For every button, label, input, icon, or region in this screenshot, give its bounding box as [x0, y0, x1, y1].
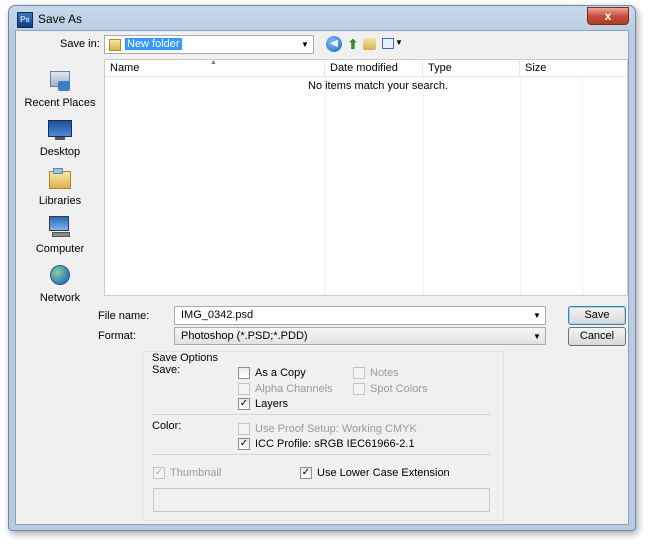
place-libraries[interactable]: Libraries [16, 167, 104, 207]
save-label: Save: [152, 364, 181, 376]
save-in-dropdown[interactable]: New folder ▼ [104, 35, 314, 54]
column-header-type[interactable]: Type [423, 60, 520, 77]
cancel-button[interactable]: Cancel [568, 327, 626, 346]
format-dropdown[interactable]: Photoshop (*.PSD;*.PDD) ▼ [174, 327, 546, 345]
column-header-date-modified[interactable]: Date modified [325, 60, 423, 77]
place-label: Recent Places [24, 97, 96, 109]
file-list[interactable]: Name ▲ Date modified Type Size No items … [104, 59, 628, 296]
place-label: Desktop [39, 146, 81, 158]
view-menu-button[interactable]: ▼ [382, 36, 404, 52]
place-label: Computer [35, 243, 85, 255]
place-label: Network [39, 292, 81, 304]
column-divider [520, 77, 521, 295]
sort-ascending-icon: ▲ [210, 59, 217, 66]
column-divider [325, 77, 326, 295]
alpha-channels-label: Alpha Channels [255, 383, 333, 395]
photoshop-app-icon: Ps [17, 12, 33, 28]
use-proof-setup-label: Use Proof Setup: Working CMYK [255, 423, 417, 435]
format-value: Photoshop (*.PSD;*.PDD) [181, 330, 308, 342]
place-network[interactable]: Network [16, 264, 104, 304]
spot-colors-checkbox[interactable] [353, 383, 365, 395]
place-computer[interactable]: Computer [16, 215, 104, 255]
empty-message: No items match your search. [308, 80, 448, 92]
warning-message-box [153, 488, 490, 512]
place-label: Libraries [38, 195, 82, 207]
save-button[interactable]: Save [568, 306, 626, 325]
libraries-icon [46, 167, 74, 191]
lower-case-extension-label: Use Lower Case Extension [317, 467, 450, 479]
title-bar[interactable]: Ps Save As x [9, 6, 635, 30]
new-folder-icon[interactable] [363, 38, 376, 50]
recent-places-icon [46, 69, 74, 93]
checkmark-icon: ✓ [239, 438, 249, 449]
thumbnail-checkbox[interactable]: ✓ [153, 467, 165, 479]
save-in-value: New folder [125, 38, 182, 50]
divider [152, 414, 490, 415]
column-header-name[interactable]: Name ▲ [105, 59, 325, 77]
column-divider [423, 77, 424, 295]
desktop-icon [46, 118, 74, 142]
as-a-copy-label: As a Copy [255, 367, 306, 379]
notes-label: Notes [370, 367, 399, 379]
layers-checkbox[interactable]: ✓ [238, 398, 250, 410]
layers-label: Layers [255, 398, 289, 410]
places-bar: Recent Places Desktop Libraries Computer… [16, 59, 104, 304]
window-title: Save As [38, 12, 83, 26]
dialog-client-area: Save in: New folder ▼ ◀ ⬆ ▼ Recent Place… [15, 30, 629, 525]
icc-profile-label: ICC Profile: sRGB IEC61966-2.1 [255, 438, 415, 450]
file-name-label: File name: [98, 310, 150, 322]
back-icon[interactable]: ◀ [326, 36, 342, 52]
notes-checkbox[interactable] [353, 367, 365, 379]
place-desktop[interactable]: Desktop [16, 118, 104, 158]
format-label: Format: [98, 330, 136, 342]
column-divider [582, 77, 583, 295]
checkmark-icon: ✓ [301, 467, 311, 478]
place-recent-places[interactable]: Recent Places [16, 69, 104, 109]
spot-colors-label: Spot Colors [370, 383, 428, 395]
thumbnail-label: Thumbnail [170, 467, 222, 479]
lower-case-extension-checkbox[interactable]: ✓ [300, 467, 312, 479]
close-button[interactable]: x [587, 7, 629, 25]
as-a-copy-checkbox[interactable] [238, 367, 250, 379]
up-one-level-icon[interactable]: ⬆ [345, 36, 361, 52]
use-proof-setup-checkbox[interactable] [238, 423, 250, 435]
save-options-title: Save Options [152, 352, 219, 364]
folder-icon [109, 39, 121, 51]
chevron-down-icon: ▼ [301, 40, 309, 49]
chevron-down-icon: ▼ [533, 311, 541, 320]
checkmark-icon: ✓ [239, 398, 249, 409]
file-name-input[interactable]: IMG_0342.psd ▼ [174, 306, 546, 325]
chevron-down-icon: ▼ [395, 38, 403, 47]
chevron-down-icon: ▼ [533, 332, 541, 341]
checkmark-icon: ✓ [154, 467, 164, 478]
divider [152, 454, 490, 455]
alpha-channels-checkbox[interactable] [238, 383, 250, 395]
view-grid-icon [382, 38, 394, 49]
save-as-dialog: Ps Save As x Save in: New folder ▼ ◀ ⬆ ▼ [8, 5, 636, 531]
network-icon [46, 264, 74, 288]
file-name-value: IMG_0342.psd [181, 309, 254, 321]
computer-icon [46, 215, 74, 239]
column-header-size[interactable]: Size [520, 60, 627, 77]
color-label: Color: [152, 420, 182, 432]
icc-profile-checkbox[interactable]: ✓ [238, 438, 250, 450]
save-in-label: Save in: [60, 38, 100, 50]
